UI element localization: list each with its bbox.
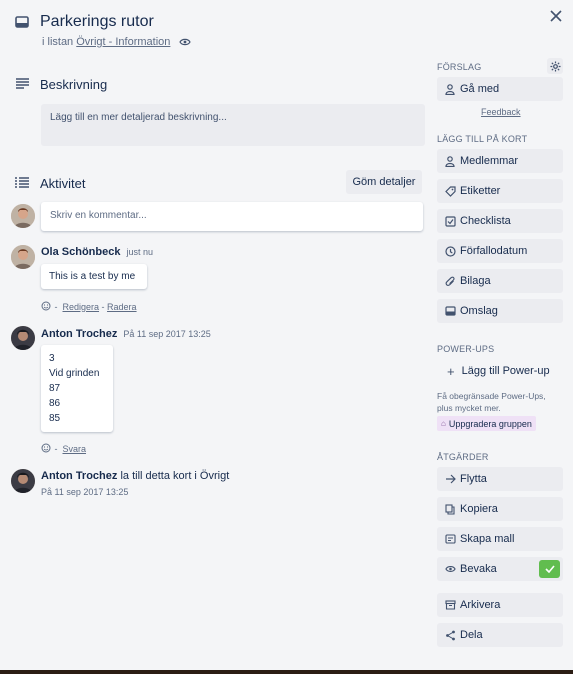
avatar[interactable] xyxy=(11,469,35,493)
comment-line: 86 xyxy=(49,398,61,409)
background-strip xyxy=(0,670,573,674)
tag-icon xyxy=(444,185,456,197)
copy-button[interactable]: Kopiera xyxy=(437,497,563,521)
watching-check-icon xyxy=(539,560,560,578)
template-icon xyxy=(444,533,456,545)
entry-header: Anton Trochez På 11 sep 2017 13:25 xyxy=(41,328,211,340)
archive-label: Arkivera xyxy=(460,599,501,611)
gear-icon[interactable] xyxy=(547,58,563,74)
list-prefix: i listan xyxy=(42,36,74,48)
comment-line: 87 xyxy=(49,383,61,394)
attachment-button[interactable]: Bilaga xyxy=(437,269,563,293)
entry-time[interactable]: just nu xyxy=(126,247,153,257)
powerups-note: Få obegränsade Power-Ups, plus mycket me… xyxy=(437,391,546,413)
watch-button[interactable]: Bevaka xyxy=(437,557,563,581)
cover-label: Omslag xyxy=(460,305,498,317)
suggestions-label: FÖRSLAG xyxy=(437,62,482,72)
join-label: Gå med xyxy=(460,83,500,95)
feedback-link[interactable]: Feedback xyxy=(481,107,521,117)
due-date-button[interactable]: Förfallodatum xyxy=(437,239,563,263)
actions-label: ÅTGÄRDER xyxy=(437,452,489,462)
paperclip-icon xyxy=(444,275,456,287)
comment-line: 3 xyxy=(49,353,55,364)
plus-icon: + xyxy=(447,363,455,379)
move-label: Flytta xyxy=(460,473,487,485)
person-icon xyxy=(444,83,456,95)
entry-author[interactable]: Ola Schönbeck xyxy=(41,246,120,258)
person-icon xyxy=(444,155,456,167)
add-to-card-label: LÄGG TILL PÅ KORT xyxy=(437,134,528,144)
card-title[interactable]: Parkerings rutor xyxy=(40,13,154,31)
share-icon xyxy=(444,629,456,641)
clock-icon xyxy=(444,245,456,257)
checklist-label: Checklista xyxy=(460,215,511,227)
comment-line: Vid grinden xyxy=(49,368,100,379)
edit-link[interactable]: Redigera xyxy=(63,302,100,312)
entry-header: Anton Trochez la till detta kort i Övrig… xyxy=(41,470,229,482)
share-label: Dela xyxy=(460,629,483,641)
reply-link[interactable]: Svara xyxy=(63,444,87,454)
description-heading: Beskrivning xyxy=(40,77,108,92)
cover-icon xyxy=(444,305,456,317)
card-icon xyxy=(14,15,30,29)
archive-icon xyxy=(444,599,456,611)
upgrade-label: Uppgradera gruppen xyxy=(448,418,532,429)
comment-card: 3 Vid grinden 87 86 85 xyxy=(41,345,113,432)
entry-author[interactable]: Anton Trochez xyxy=(41,328,117,340)
upgrade-icon: ⌂ xyxy=(441,419,446,428)
list-link[interactable]: Övrigt - Information xyxy=(76,36,170,48)
eye-icon[interactable] xyxy=(179,37,192,47)
hide-details-button[interactable]: Göm detaljer xyxy=(346,170,422,194)
make-template-label: Skapa mall xyxy=(460,533,515,545)
due-date-label: Förfallodatum xyxy=(460,245,528,257)
members-label: Medlemmar xyxy=(460,155,519,167)
comment-card: This is a test by me xyxy=(41,264,147,289)
labels-button[interactable]: Etiketter xyxy=(437,179,563,203)
close-icon[interactable] xyxy=(548,8,564,24)
attachment-label: Bilaga xyxy=(460,275,491,287)
copy-label: Kopiera xyxy=(460,503,498,515)
powerups-label: POWER-UPS xyxy=(437,344,495,354)
entry-text: la till detta kort i Övrigt xyxy=(120,470,230,482)
description-icon xyxy=(15,77,29,89)
join-button[interactable]: Gå med xyxy=(437,77,563,101)
checklist-button[interactable]: Checklista xyxy=(437,209,563,233)
labels-label: Etiketter xyxy=(460,185,501,197)
upgrade-button[interactable]: ⌂ Uppgradera gruppen xyxy=(437,416,536,431)
members-button[interactable]: Medlemmar xyxy=(437,149,563,173)
entry-time[interactable]: På 11 sep 2017 13:25 xyxy=(41,487,128,497)
comment-actions: - Redigera - Radera xyxy=(41,301,137,312)
emoji-icon[interactable] xyxy=(41,301,52,312)
add-powerup-button[interactable]: + Lägg till Power-up xyxy=(437,359,563,383)
entry-header: Ola Schönbeck just nu xyxy=(41,246,153,258)
entry-author[interactable]: Anton Trochez xyxy=(41,470,117,482)
description-input[interactable]: Lägg till en mer detaljerad beskrivning.… xyxy=(41,104,425,146)
move-button[interactable]: Flytta xyxy=(437,467,563,491)
activity-heading: Aktivitet xyxy=(40,176,86,191)
watch-label: Bevaka xyxy=(460,563,497,575)
add-powerup-label: Lägg till Power-up xyxy=(461,365,550,377)
avatar[interactable] xyxy=(11,245,35,269)
share-button[interactable]: Dela xyxy=(437,623,563,647)
arrow-right-icon xyxy=(444,473,456,485)
eye-icon xyxy=(444,563,456,575)
comment-line: 85 xyxy=(49,413,61,424)
entry-time[interactable]: På 11 sep 2017 13:25 xyxy=(123,329,210,339)
cover-button[interactable]: Omslag xyxy=(437,299,563,323)
avatar[interactable] xyxy=(11,326,35,350)
list-info: i listan Övrigt - Information xyxy=(42,36,192,48)
comment-input[interactable]: Skriv en kommentar... xyxy=(41,202,423,231)
delete-link[interactable]: Radera xyxy=(107,302,137,312)
emoji-icon[interactable] xyxy=(41,443,52,454)
comment-actions: - Svara xyxy=(41,443,86,454)
make-template-button[interactable]: Skapa mall xyxy=(437,527,563,551)
activity-icon xyxy=(15,176,29,188)
avatar[interactable] xyxy=(11,204,35,228)
copy-icon xyxy=(444,503,456,515)
checklist-icon xyxy=(444,215,456,227)
archive-button[interactable]: Arkivera xyxy=(437,593,563,617)
